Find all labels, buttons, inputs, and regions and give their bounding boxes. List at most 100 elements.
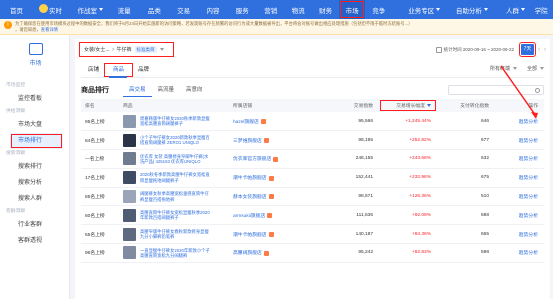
nav-label: 实时 [48, 7, 62, 15]
product-thumbnail[interactable] [123, 171, 136, 185]
nav-content[interactable]: 内容 [198, 0, 227, 19]
tab-product[interactable]: 商品 [104, 63, 134, 77]
sidebar-header: 市场 [19, 43, 52, 73]
shop-link[interactable]: 高腰阔旗舰店 [233, 250, 269, 256]
trade-growth-cell: +252.82% [379, 130, 437, 151]
conversion-index-cell: 632 [437, 149, 495, 169]
product-thumbnail[interactable] [123, 114, 136, 128]
product-thumbnail[interactable] [123, 133, 136, 147]
entity-tabs: 店铺 商品 品牌 [81, 63, 156, 77]
conversion-index-cell: 646 [437, 112, 495, 132]
product-thumbnail[interactable] [123, 227, 136, 241]
sidebar-item-market-overview[interactable]: 市场大盘 [0, 117, 69, 133]
product-name-link[interactable]: 2020秋冬季新款高腰牛仔裤女宽松直筒显瘦拖地阔腿裤子 [140, 172, 210, 183]
shop-link[interactable]: 赫本女装旗舰店 [233, 194, 274, 201]
product-name-link[interactable]: 周嘉韩版牛仔裤女2020秋季新款显瘦宽松高腰直筒阔腿裤子 [140, 116, 210, 127]
nav-marketing[interactable]: 营销 [257, 0, 284, 19]
nav-traffic[interactable]: 流量 [109, 0, 140, 19]
shop-tag-icon [273, 156, 279, 162]
sidebar-item-industry-audience[interactable]: 行业客群 [0, 217, 69, 233]
trend-analysis-link[interactable]: 趋势分析 [495, 130, 544, 151]
product-name-link[interactable]: 一直显瘦牛仔裤女2020年新款小个子高腰直筒宽松九分阔腿裤 [140, 248, 210, 259]
notice-detail-link[interactable]: 查看详情 [41, 27, 58, 32]
trend-analysis-link[interactable]: 趋势分析 [495, 224, 544, 245]
trade-growth-cell: +126.36% [379, 187, 437, 207]
sidebar-item-market-ranking[interactable]: 市场排行 [10, 133, 63, 149]
nav-service[interactable]: 服务 [228, 0, 257, 19]
nav-trade[interactable]: 交易 [169, 0, 198, 19]
prev-period-icon[interactable]: ‹ [538, 47, 540, 53]
tab-high-traffic[interactable]: 高流量 [152, 83, 181, 97]
trade-growth-cell: +1,245.44% [379, 112, 437, 132]
chevron-right-icon: > [111, 46, 115, 53]
nav-label: 营销 [264, 7, 278, 15]
product-thumbnail[interactable] [123, 152, 136, 166]
shop-name: 赫本女装旗舰店 [233, 195, 267, 201]
trend-analysis-link[interactable]: 趋势分析 [495, 112, 544, 132]
table-row: 95名上榜 周嘉韩版牛仔裤女2020秋季新款显瘦宽松高腰直筒阔腿裤子 hazel旗舰… [81, 112, 544, 132]
nav-label: 物流 [291, 7, 305, 15]
nav-category[interactable]: 品类 [140, 0, 169, 19]
product-name-link[interactable]: 高腰窄版牛仔裤女春秋新款修身显瘦九分小脚裤铅笔裤 [140, 229, 210, 240]
nav-competition[interactable]: 竞争 [365, 0, 392, 19]
nav-logistics[interactable]: 物流 [284, 0, 311, 19]
product-thumbnail[interactable] [123, 246, 136, 260]
nav-crowd[interactable]: 人群 [502, 0, 529, 19]
sidebar-item-search-ranking[interactable]: 搜索排行 [0, 159, 69, 175]
product-name-link[interactable]: 优衣库 女装 高腰修身窄脚牛仔裤(水洗产品) 425163 优衣库UNIQLO [140, 154, 210, 165]
rank-cell: —名上榜 [81, 149, 119, 169]
trend-analysis-link[interactable]: 趋势分析 [495, 149, 544, 169]
nav-market[interactable]: 市场 [339, 0, 365, 19]
shop-name: armsukii旗舰店 [233, 213, 266, 219]
product-search-input[interactable] [448, 85, 544, 95]
rank-cell: 17名上榜 [81, 168, 119, 188]
tab-high-trade[interactable]: 高交易 [123, 83, 152, 97]
nav-label: 服务 [235, 7, 249, 15]
nav-finance[interactable]: 财务 [312, 0, 339, 19]
next-period-icon[interactable]: › [544, 47, 546, 53]
tab-shop[interactable]: 店铺 [81, 65, 106, 75]
scope-filter[interactable]: 全部 [527, 65, 544, 72]
trend-analysis-link[interactable]: 趋势分析 [495, 205, 544, 226]
col-trade-index[interactable]: 交易指数 [311, 99, 379, 112]
col-operation: 操作 [495, 99, 544, 112]
col-trade-growth[interactable]: 交易增长幅度 [379, 99, 437, 112]
trend-analysis-link[interactable]: 趋势分析 [495, 243, 544, 263]
subcategory-label: 牛仔裤 [116, 47, 132, 53]
sidebar-item-monitor-board[interactable]: 监控看板 [0, 91, 69, 107]
shop-link[interactable]: 优衣库官方旗舰店 [233, 156, 279, 162]
product-cell: 高腰窄版牛仔裤女春秋新款修身显瘦九分小脚裤铅笔裤 [119, 224, 229, 245]
shop-link[interactable]: 潮牛卡帕旗舰店 [233, 231, 274, 238]
product-thumbnail[interactable] [123, 190, 136, 204]
tab-high-intent[interactable]: 高意向 [180, 83, 209, 97]
nav-war-room[interactable]: 作战室 [72, 0, 109, 19]
period-7day-button[interactable]: 7天 [519, 42, 536, 57]
sidebar-item-audience-insight[interactable]: 客群透视 [0, 233, 69, 249]
trade-index-cell: 95,566 [311, 112, 379, 132]
search-icon [535, 87, 540, 93]
shop-link[interactable]: 三梦维旗舰店 [233, 137, 269, 144]
shop-link[interactable]: hazel旗舰店 [233, 118, 266, 125]
trend-analysis-link[interactable]: 趋势分析 [495, 168, 544, 188]
tab-brand[interactable]: 品牌 [131, 65, 156, 75]
nav-self-analysis[interactable]: 自助分析 [448, 0, 496, 19]
trend-analysis-link[interactable]: 趋势分析 [495, 187, 544, 207]
product-thumbnail[interactable] [123, 208, 136, 222]
rank-cell: 84名上榜 [81, 130, 119, 151]
sidebar-item-search-crowd[interactable]: 搜索人群 [0, 191, 69, 207]
product-name-link[interactable]: 高腰直筒牛仔裤女宽松显瘦秋季2020年新款百搭阔腿裤子 [140, 210, 210, 221]
product-name-link[interactable]: 阔腿裤女秋季高腰宽松垂感直筒牛仔裤显瘦百搭拖地裤 [140, 191, 210, 202]
product-name-link[interactable]: 小个子牛仔裤女2020新款秋季显瘦百搭直筒阔腿裤 ZERO1 UNIQLO [140, 135, 210, 146]
nav-realtime[interactable]: 实时 [39, 0, 72, 19]
nav-academy[interactable]: 学院 [529, 0, 553, 19]
nav-label: 业务专区 [408, 7, 435, 15]
nav-business-zone[interactable]: 业务专区 [400, 0, 448, 19]
col-conversion-index[interactable]: 支付转化指数 [437, 99, 495, 112]
col-shop: 所属店铺 [229, 99, 311, 112]
category-selector[interactable]: 女装/女士... > 牛仔裤 标准类目 [79, 42, 174, 57]
sidebar-item-search-analysis[interactable]: 搜索分析 [0, 175, 69, 191]
shop-link[interactable]: armsukii旗舰店 [233, 213, 273, 219]
terminal-filter[interactable]: 所有终端 [490, 65, 517, 72]
nav-home[interactable]: 首页 [0, 0, 33, 19]
shop-link[interactable]: 潮牛卡帕旗舰店 [233, 175, 274, 181]
